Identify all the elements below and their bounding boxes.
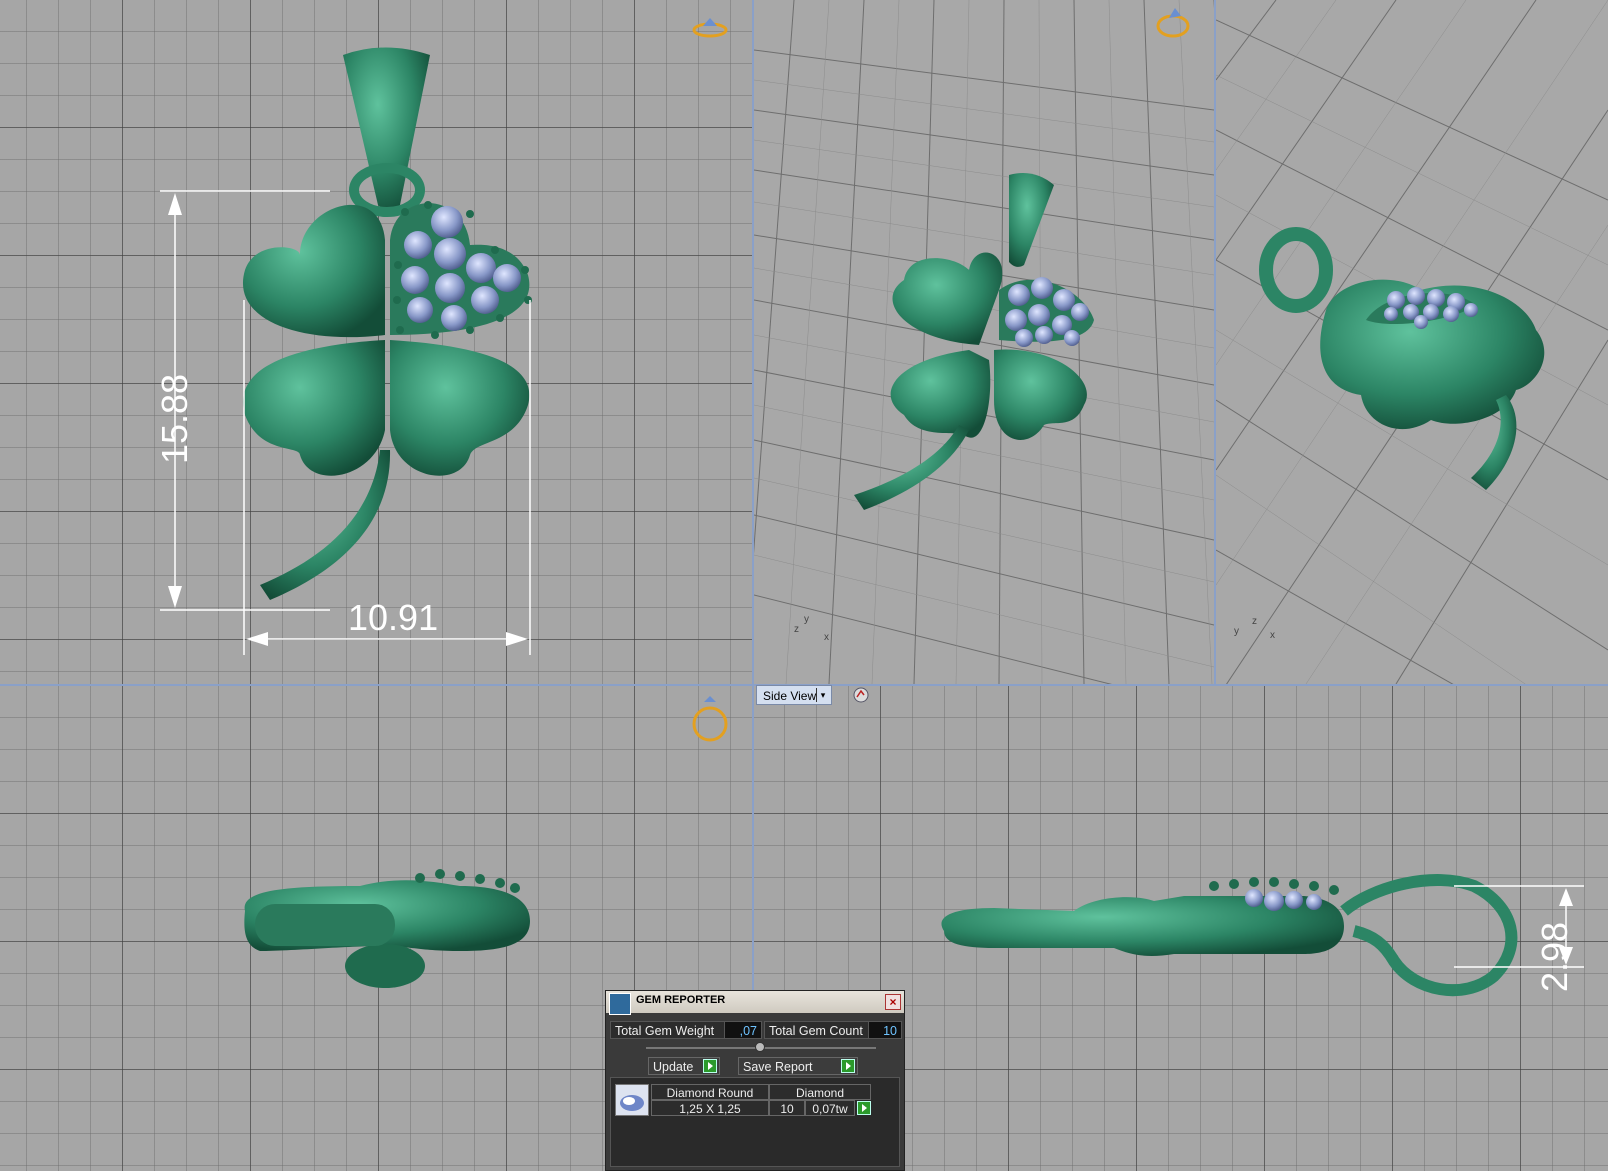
gem-table: Diamond Round Diamond 1,25 X 1,25 10 0,0…: [610, 1077, 900, 1167]
thickness-dimension-label: 2.98: [1534, 921, 1575, 992]
total-gem-count-value: 10: [868, 1021, 902, 1039]
update-go-icon[interactable]: [703, 1059, 717, 1073]
gem-count: 10: [769, 1100, 805, 1116]
axis-label: z: [794, 624, 799, 635]
pendant-perspective-model-1[interactable]: [754, 0, 1214, 684]
viewport-divider-vertical-2[interactable]: [1214, 0, 1216, 684]
gem-weight: 0,07tw: [805, 1100, 855, 1116]
gem-reporter-app-icon: [609, 993, 631, 1015]
view-options-icon[interactable]: [852, 686, 870, 704]
view-selector-label: Side View: [763, 689, 817, 703]
panel-slider-knob[interactable]: [755, 1042, 765, 1052]
gem-reporter-panel[interactable]: GEM REPORTER × Total Gem Weight ,07 Tota…: [605, 990, 905, 1171]
save-report-go-icon[interactable]: [841, 1059, 855, 1073]
gem-table-row[interactable]: Diamond Round Diamond 1,25 X 1,25 10 0,0…: [615, 1084, 877, 1118]
gem-size: 1,25 X 1,25: [651, 1100, 769, 1116]
viewport-perspective-2[interactable]: y z x: [1216, 0, 1608, 684]
viewport-front[interactable]: 15.88 10.91: [0, 0, 752, 684]
axis-label: y: [1234, 626, 1239, 637]
gem-reporter-titlebar[interactable]: GEM REPORTER ×: [606, 991, 904, 1015]
diamond-round-icon: [615, 1084, 649, 1116]
axis-label: z: [1252, 616, 1257, 627]
height-dimension-label: 15.88: [154, 373, 196, 465]
gem-row-go-icon[interactable]: [857, 1101, 871, 1115]
total-gem-weight-value: ,07: [724, 1021, 762, 1039]
viewport-perspective-1[interactable]: y z x: [754, 0, 1214, 684]
width-dimension-label: 10.91: [348, 597, 439, 638]
axis-label: x: [1270, 630, 1275, 641]
gem-reporter-title: GEM REPORTER: [636, 994, 726, 1006]
gem-col-header-type: Diamond: [769, 1084, 871, 1100]
save-report-button[interactable]: Save Report: [738, 1057, 858, 1075]
panel-slider[interactable]: [646, 1042, 876, 1052]
gem-col-header-shape: Diamond Round: [651, 1084, 769, 1100]
save-report-button-label: Save Report: [743, 1060, 813, 1074]
total-gem-count-label: Total Gem Count: [764, 1021, 869, 1039]
view-selector-dropdown[interactable]: Side View ▾: [756, 685, 832, 705]
chevron-down-icon[interactable]: ▾: [816, 688, 829, 702]
close-icon[interactable]: ×: [885, 994, 901, 1010]
update-button-label: Update: [653, 1060, 694, 1074]
total-gem-weight-label: Total Gem Weight: [610, 1021, 725, 1039]
axis-label: x: [824, 632, 829, 643]
pendant-front-model[interactable]: [0, 0, 752, 684]
axis-label: y: [804, 614, 809, 625]
pendant-perspective-model-2[interactable]: [1216, 0, 1608, 684]
